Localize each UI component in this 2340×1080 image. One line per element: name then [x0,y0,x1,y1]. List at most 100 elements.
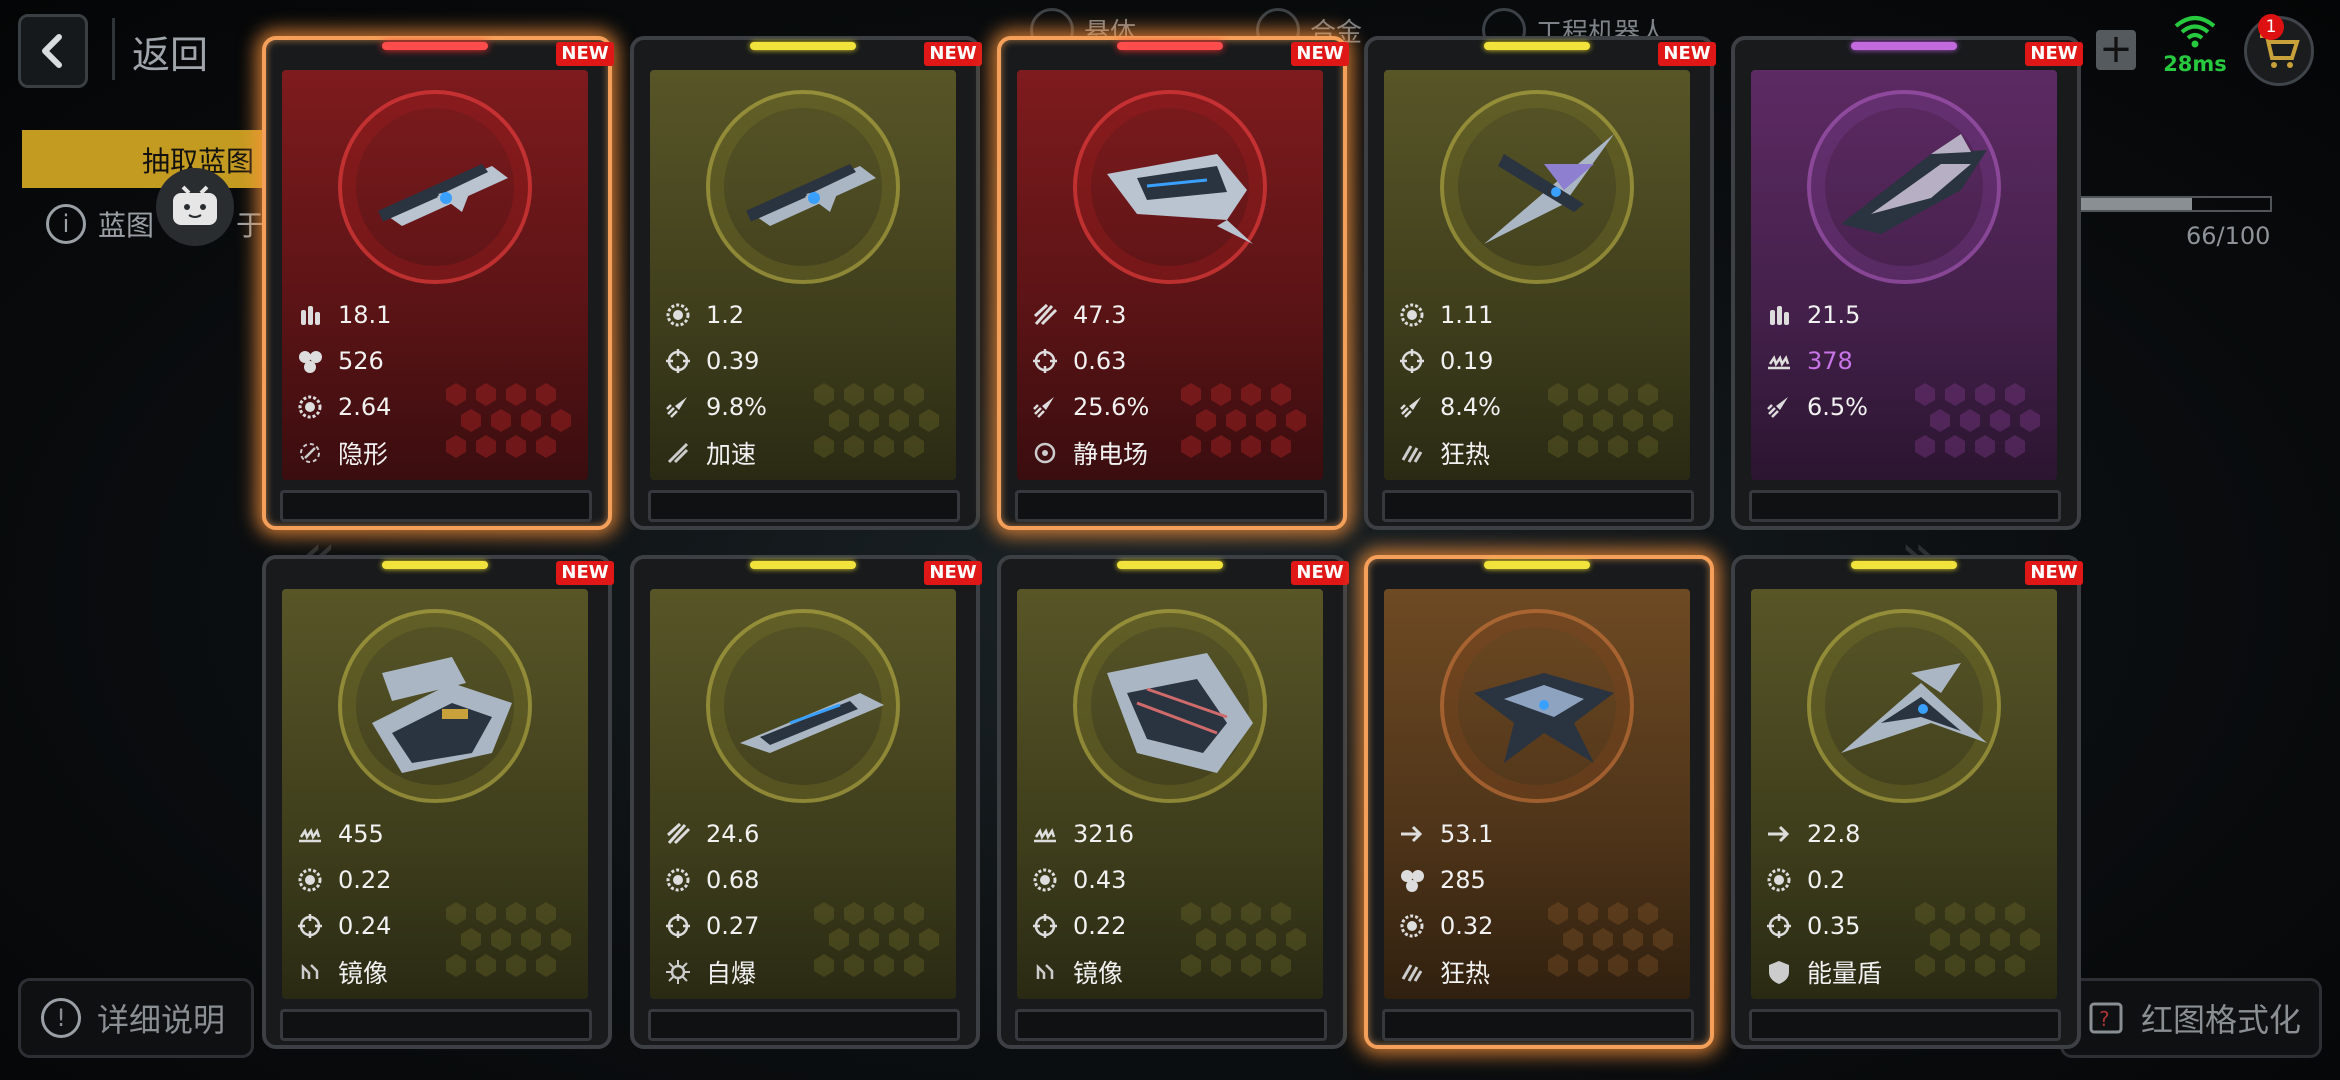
stat-list: 53.1 285 0.32 狂热 [1398,811,1678,995]
skill-name: 镜像 [1073,959,1124,988]
speed-icon [1398,820,1426,848]
missile-icon [1031,301,1059,329]
stat-value: 18.1 [338,301,392,329]
card-panel: 24.6 0.68 0.27 自爆 [650,589,956,999]
back-arrow-icon [42,34,62,68]
ship-emblem [338,90,532,284]
stat-value: 0.68 [706,866,760,894]
blueprint-card[interactable]: NEW 47.3 0.63 25.6% 静电场 [997,36,1349,530]
rarity-strip [750,42,856,50]
stat-value: 47.3 [1073,301,1127,329]
bilibili-float-icon[interactable] [156,168,234,246]
svg-text:?: ? [2099,1007,2110,1031]
wifi-icon [2174,16,2216,48]
card-slot [280,490,592,522]
mirror-icon [1031,958,1059,986]
stat-value: 0.22 [338,866,392,894]
stat-list: 22.8 0.2 0.35 能量盾 [1765,811,2045,995]
stat-value: 285 [1440,866,1486,894]
stat-row: 0.22 [1031,903,1311,949]
new-badge: NEW [924,561,982,585]
self-destruct-icon [664,958,692,986]
crosshair-icon [1031,347,1059,375]
new-badge: NEW [1658,42,1716,66]
blueprint-card[interactable]: NEW 18.1 526 2.64 隐形 [262,36,614,530]
ship-emblem [1440,609,1634,803]
blueprint-card[interactable]: NEW 1.11 0.19 8.4% 狂热 [1364,36,1716,530]
stat-value: 6.5% [1807,393,1868,421]
format-icon: ? [2089,1002,2123,1034]
blueprint-card[interactable]: NEW 3216 0.43 0.22 镜像 [997,555,1349,1049]
stat-row: 21.5 [1765,292,2045,338]
stat-row: 0.22 [296,857,576,903]
cluster-icon [1398,866,1426,894]
new-badge: NEW [556,42,614,66]
stat-row: 455 [296,811,576,857]
skill-row: 自爆 [664,949,944,995]
stat-row: 8.4% [1398,384,1678,430]
ship-emblem [1073,609,1267,803]
armor-icon [1765,347,1793,375]
blueprint-card[interactable]: NEW 24.6 0.68 0.27 自爆 [630,555,982,1049]
card-panel: 18.1 526 2.64 隐形 [282,70,588,480]
progress-text: 66/100 [2186,222,2271,250]
card-slot [1382,1009,1694,1041]
stat-value: 25.6% [1073,393,1150,421]
stat-row: 0.32 [1398,903,1678,949]
new-badge: NEW [1291,42,1349,66]
back-button[interactable] [18,14,88,88]
stat-row: 1.11 [1398,292,1678,338]
rarity-strip [1117,561,1223,569]
blueprint-card[interactable]: NEW 1.2 0.39 9.8% 加速 [630,36,982,530]
ship-emblem [1073,90,1267,284]
frenzy-icon [1398,439,1426,467]
blueprint-card[interactable]: NEW 21.5 378 6.5% [1731,36,2083,530]
skill-row: 镜像 [296,949,576,995]
blueprint-card[interactable]: 53.1 285 0.32 狂热 [1364,555,1714,1049]
stat-row: 18.1 [296,292,576,338]
card-panel: 1.2 0.39 9.8% 加速 [650,70,956,480]
add-button[interactable]: + [2096,29,2136,70]
card-panel: 47.3 0.63 25.6% 静电场 [1017,70,1323,480]
stat-row: 526 [296,338,576,384]
armor-icon [1031,820,1059,848]
skill-name: 能量盾 [1807,959,1883,988]
stat-value: 24.6 [706,820,760,848]
rarity-strip [1851,42,1957,50]
stat-list: 1.2 0.39 9.8% 加速 [664,292,944,476]
stat-value: 22.8 [1807,820,1861,848]
stat-value: 0.43 [1073,866,1127,894]
card-slot [1749,1009,2061,1041]
back-label[interactable]: 返回 [132,24,208,79]
stat-list: 18.1 526 2.64 隐形 [296,292,576,476]
skill-name: 狂热 [1440,959,1491,988]
missile-icon [664,820,692,848]
stat-value: 0.39 [706,347,760,375]
ammo-icon [296,301,324,329]
stat-row: 0.68 [664,857,944,903]
card-slot [280,1009,592,1041]
skill-row: 能量盾 [1765,949,2045,995]
blueprint-card[interactable]: NEW 455 0.22 0.24 镜像 [262,555,614,1049]
stat-row: 378 [1765,338,2045,384]
ship-emblem [706,90,900,284]
stat-value: 526 [338,347,384,375]
stat-list: 455 0.22 0.24 镜像 [296,811,576,995]
rarity-strip [382,42,488,50]
mirror-icon [296,958,324,986]
stat-value: 8.4% [1440,393,1501,421]
card-panel: 21.5 378 6.5% [1751,70,2057,480]
ping-text: 28ms [2163,52,2227,76]
rocket-icon [1765,393,1793,421]
blueprint-card[interactable]: NEW 22.8 0.2 0.35 能量盾 [1731,555,2083,1049]
stat-value: 0.22 [1073,912,1127,940]
card-slot [1749,490,2061,522]
card-panel: 1.11 0.19 8.4% 狂热 [1384,70,1690,480]
red-format-button[interactable]: ? 红图格式化 [2060,978,2322,1058]
detail-button[interactable]: ! 详细说明 [18,978,254,1058]
info-icon: ! [41,998,81,1038]
stat-value: 0.35 [1807,912,1861,940]
tab-draw-blueprint[interactable]: 抽取蓝图 [22,130,282,188]
stat-list: 3216 0.43 0.22 镜像 [1031,811,1311,995]
new-badge: NEW [1291,561,1349,585]
